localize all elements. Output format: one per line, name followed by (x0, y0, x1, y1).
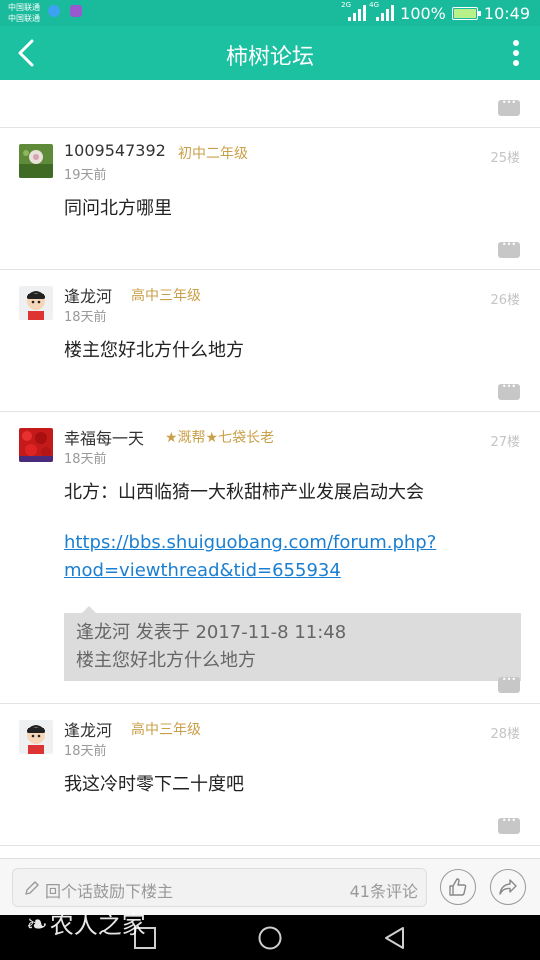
thumbs-up-icon (449, 878, 467, 896)
pencil-icon (25, 881, 39, 895)
avatar[interactable] (19, 428, 53, 462)
back-nav-icon[interactable] (382, 925, 408, 951)
battery-percent: 100% (400, 3, 446, 23)
username[interactable]: 幸福每一天 (64, 425, 144, 449)
user-rank: ★溉帮★七袋长老 (165, 430, 275, 446)
watermark: ❧农人之家 (26, 905, 146, 940)
username[interactable]: 1009547392 (64, 141, 166, 160)
avatar[interactable] (19, 286, 53, 320)
list-item: 逢龙河 高中三年级 18天前 26楼 楼主您好北方什么地方 (0, 270, 540, 412)
comment-icon[interactable] (498, 675, 520, 693)
page-title: 柿树论坛 (225, 45, 314, 70)
signal-2-tag: 4G (369, 1, 380, 9)
post-time: 18天前 (64, 744, 107, 759)
post-text: 同问北方哪里 (64, 198, 172, 219)
floor-number: 28楼 (490, 727, 520, 742)
signal-1-tag: 2G (341, 1, 352, 9)
signal-4g-icon: 4G (369, 1, 395, 21)
avatar[interactable] (19, 720, 53, 754)
quote-block: 逢龙河 发表于 2017-11-8 11:48 楼主您好北方什么地方 (64, 606, 521, 681)
user-rank: 初中二年级 (178, 146, 248, 162)
comment-placeholder: 回个话鼓励下楼主 (45, 882, 174, 901)
carrier-2: 中国联通 (8, 14, 40, 23)
quote-header: 逢龙河 发表于 2017-11-8 11:48 (76, 622, 347, 643)
post-link-line-2[interactable]: mod=viewthread&tid=655934 (64, 557, 436, 585)
comment-icon[interactable] (498, 98, 520, 116)
post-link-line-1[interactable]: https://bbs.shuiguobang.com/forum.php? (64, 529, 436, 557)
username[interactable]: 逢龙河 (64, 717, 112, 741)
post-text: 我这冷时零下二十度吧 (64, 774, 244, 795)
post-link[interactable]: https://bbs.shuiguobang.com/forum.php? m… (64, 529, 436, 585)
clock: 10:49 (483, 3, 530, 23)
floor-number: 26楼 (490, 293, 520, 308)
battery-icon (451, 6, 481, 20)
share-icon (499, 879, 517, 895)
watermark-logo-icon: ❧ (26, 910, 48, 940)
home-icon[interactable] (257, 925, 283, 951)
list-item: 幸福每一天 ★溉帮★七袋长老 18天前 27楼 北方：山西临猗一大秋甜柿产业发展… (0, 412, 540, 704)
app-bar: 柿树论坛 (0, 26, 540, 80)
message-notification-icon (48, 5, 60, 17)
comment-input[interactable]: 回个话鼓励下楼主 41条评论 (12, 868, 427, 907)
signal-2g-icon: 2G (341, 1, 367, 21)
more-options-button[interactable] (504, 35, 528, 71)
app-notification-icon (70, 5, 82, 17)
floor-number: 25楼 (490, 151, 520, 166)
watermark-text: 农人之家 (49, 911, 146, 939)
avatar[interactable] (19, 144, 53, 178)
user-rank: 高中三年级 (131, 722, 201, 738)
quote-text: 楼主您好北方什么地方 (76, 650, 256, 671)
comment-icon[interactable] (498, 382, 520, 400)
list-item (0, 80, 540, 128)
post-time: 18天前 (64, 310, 107, 325)
comment-icon[interactable] (498, 240, 520, 258)
share-button[interactable] (490, 869, 526, 905)
carrier-info: 中国联通 中国联通 (8, 2, 40, 24)
comment-count[interactable]: 41条评论 (350, 878, 418, 902)
comment-icon[interactable] (498, 816, 520, 834)
user-rank: 高中三年级 (131, 288, 201, 304)
post-text: 楼主您好北方什么地方 (64, 340, 244, 361)
username[interactable]: 逢龙河 (64, 283, 112, 307)
like-button[interactable] (440, 869, 476, 905)
post-text: 北方：山西临猗一大秋甜柿产业发展启动大会 (64, 482, 424, 503)
reply-list[interactable]: 1009547392 初中二年级 19天前 25楼 同问北方哪里 逢龙河 高中三… (0, 80, 540, 858)
floor-number: 27楼 (490, 435, 520, 450)
post-time: 18天前 (64, 452, 107, 467)
list-item: 逢龙河 高中三年级 18天前 28楼 我这冷时零下二十度吧 (0, 704, 540, 846)
list-item: 1009547392 初中二年级 19天前 25楼 同问北方哪里 (0, 128, 540, 270)
status-bar: 中国联通 中国联通 2G 4G 100% 10:49 (0, 0, 540, 26)
post-time: 19天前 (64, 168, 107, 183)
carrier-1: 中国联通 (8, 3, 40, 12)
